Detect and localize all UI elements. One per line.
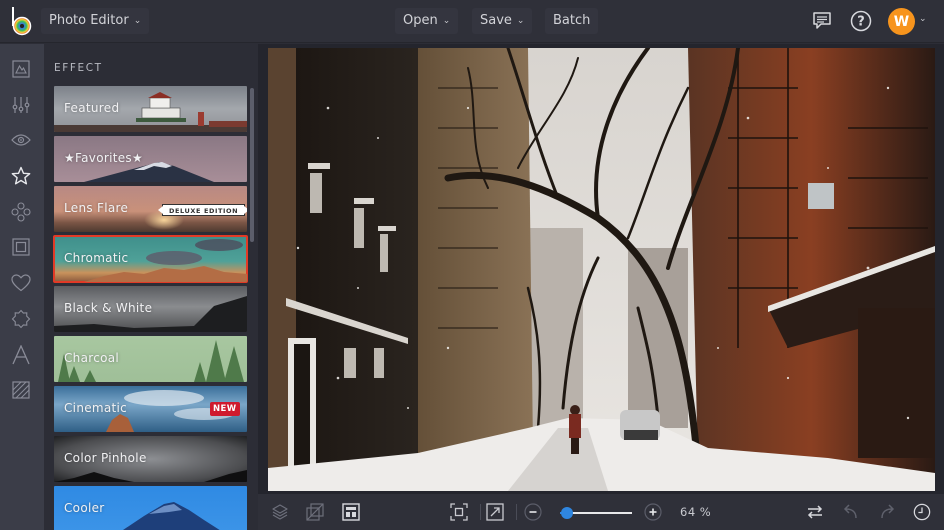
toolbar-separator <box>516 504 517 520</box>
effect-label: Chromatic <box>64 251 129 265</box>
open-menu-button[interactable]: Open ⌄ <box>395 8 459 34</box>
clock-icon <box>913 503 931 521</box>
rail-item-textures[interactable] <box>10 379 32 401</box>
zoom-out-button[interactable] <box>524 503 542 521</box>
chat-icon <box>813 12 831 29</box>
top-bar: Photo Editor ⌄ Open ⌄ Save ⌄ Batch ? W ⌄ <box>0 0 944 43</box>
snowy-street-photo <box>268 48 935 491</box>
chevron-down-icon: ⌄ <box>516 16 525 26</box>
save-menu-button[interactable]: Save ⌄ <box>472 8 533 34</box>
flip-button[interactable] <box>806 503 824 521</box>
save-label: Save <box>480 13 512 28</box>
undo-icon <box>843 504 857 519</box>
actual-size-button[interactable] <box>486 503 504 521</box>
frame-icon <box>12 238 30 256</box>
batch-label: Batch <box>553 13 591 28</box>
app-menu-label: Photo Editor <box>49 13 129 28</box>
zoom-percent: 64 % <box>680 505 712 519</box>
effect-label: Featured <box>64 101 120 115</box>
rail-item-overlays[interactable] <box>10 201 32 223</box>
image-icon <box>12 60 30 78</box>
minus-circle-icon <box>524 503 542 521</box>
befunky-logo-icon[interactable] <box>10 6 34 36</box>
chevron-down-icon: ⌄ <box>133 16 142 26</box>
eye-icon <box>11 134 31 146</box>
expand-icon <box>486 503 504 521</box>
panel-title: EFFECT <box>54 62 103 74</box>
effect-label: Cooler <box>64 501 105 515</box>
effect-label: ★Favorites★ <box>64 151 144 165</box>
fit-screen-icon <box>450 503 468 521</box>
zoom-in-button[interactable] <box>644 503 662 521</box>
effect-lens-flare[interactable]: Lens Flare DELUXE EDITION <box>54 186 247 232</box>
sliders-icon <box>12 97 30 113</box>
heart-icon <box>11 274 31 292</box>
effect-label: Black & White <box>64 301 153 315</box>
text-icon <box>12 345 30 365</box>
history-button[interactable] <box>913 503 931 521</box>
deluxe-edition-badge: DELUXE EDITION <box>157 204 247 216</box>
help-button[interactable]: ? <box>849 9 873 33</box>
feedback-button[interactable] <box>810 9 834 33</box>
compare-icon <box>306 503 324 521</box>
layout-button[interactable] <box>342 503 360 521</box>
rail-item-frames[interactable] <box>10 236 32 258</box>
effect-featured[interactable]: Featured <box>54 86 247 132</box>
app-menu-button[interactable]: Photo Editor ⌄ <box>41 8 150 34</box>
effect-panel: EFFECT Featured ★Favorites★ Lens Flare D… <box>44 44 258 530</box>
effect-black-white[interactable]: Black & White <box>54 286 247 332</box>
open-label: Open <box>403 13 438 28</box>
panel-scrollbar[interactable] <box>250 88 254 242</box>
help-icon: ? <box>850 10 872 32</box>
tool-rail <box>0 44 44 530</box>
user-avatar[interactable]: W <box>888 8 915 35</box>
effect-cinematic[interactable]: Cinematic NEW <box>54 386 247 432</box>
fit-to-screen-button[interactable] <box>450 503 468 521</box>
new-badge: NEW <box>210 402 240 416</box>
rail-item-touchup[interactable] <box>10 129 32 151</box>
bottom-toolbar: 64 % <box>258 494 944 530</box>
chevron-down-icon[interactable]: ⌄ <box>919 14 927 24</box>
svg-text:?: ? <box>857 15 865 30</box>
photo-editor-app: Photo Editor ⌄ Open ⌄ Save ⌄ Batch ? W ⌄… <box>0 0 944 530</box>
undo-button[interactable] <box>842 503 860 521</box>
effect-cooler[interactable]: Cooler <box>54 486 247 530</box>
redo-button[interactable] <box>878 503 896 521</box>
swap-icon <box>807 505 823 519</box>
batch-button[interactable]: Batch <box>545 8 599 34</box>
rail-item-edit[interactable] <box>10 94 32 116</box>
effect-label: Cinematic <box>64 401 128 415</box>
effect-charcoal[interactable]: Charcoal <box>54 336 247 382</box>
rail-item-image[interactable] <box>10 58 32 80</box>
layers-button[interactable] <box>271 503 289 521</box>
star-icon <box>11 166 31 185</box>
badge-icon <box>11 309 31 329</box>
zoom-slider[interactable] <box>560 507 632 519</box>
redo-icon <box>881 504 895 519</box>
toolbar-separator <box>480 504 481 520</box>
effect-favorites[interactable]: ★Favorites★ <box>54 136 247 182</box>
rail-item-graphics[interactable] <box>10 272 32 294</box>
texture-icon <box>12 381 30 399</box>
zoom-slider-thumb[interactable] <box>561 507 574 519</box>
flower-icon <box>11 202 31 222</box>
effect-chromatic[interactable]: Chromatic <box>53 235 248 283</box>
effect-color-pinhole[interactable]: Color Pinhole <box>54 436 247 482</box>
rail-item-effects[interactable] <box>10 165 32 187</box>
effect-label: Charcoal <box>64 351 120 365</box>
layout-icon <box>342 503 360 521</box>
chevron-down-icon: ⌄ <box>442 16 451 26</box>
rail-item-stickers[interactable] <box>10 308 32 330</box>
effect-label: Color Pinhole <box>64 451 147 465</box>
effect-label: Lens Flare <box>64 201 129 215</box>
plus-circle-icon <box>644 503 662 521</box>
avatar-initial: W <box>893 13 910 30</box>
layers-icon <box>272 504 288 520</box>
compare-button[interactable] <box>306 503 324 521</box>
rail-item-text[interactable] <box>10 344 32 366</box>
photo-canvas[interactable] <box>268 48 935 491</box>
